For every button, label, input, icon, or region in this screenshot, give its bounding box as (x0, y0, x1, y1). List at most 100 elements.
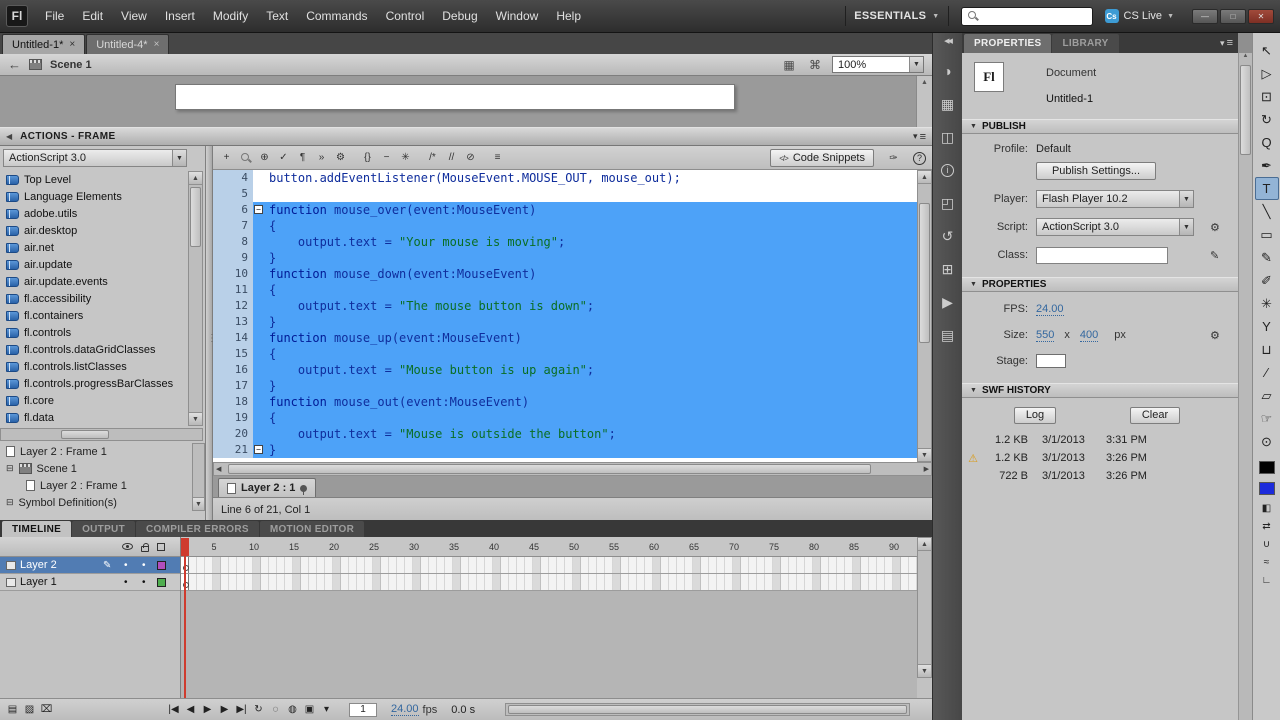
code-horizontal-scrollbar[interactable]: ◀ ▶ (213, 462, 932, 476)
timeline-ruler[interactable]: 5 10 15 20 25 30 35 40 45 50 55 60 65 70 75 80 85 90 (181, 537, 917, 557)
script-navigator-scene[interactable]: ⊟ Scene 1 (0, 460, 192, 477)
frame-rate-field[interactable]: 24.00 (391, 703, 419, 716)
minimize-button[interactable]: — (1192, 8, 1218, 24)
go-to-last-frame-icon[interactable]: ▶| (233, 702, 250, 718)
code-line[interactable]: 12 output.text = "The mouse button is do… (213, 298, 917, 314)
code-line[interactable]: 8 output.text = "Your mouse is moving"; (213, 234, 917, 250)
debug-options-icon[interactable]: ⚙ (331, 149, 350, 167)
edit-scene-icon[interactable]: ▦ (780, 57, 798, 73)
layer-lock-dot[interactable]: • (142, 560, 146, 571)
delete-layer-icon[interactable]: ⌧ (38, 702, 55, 718)
apply-line-comment-icon[interactable]: // (442, 149, 461, 167)
publish-section-header[interactable]: ▼ PUBLISH (962, 119, 1238, 134)
dock-icon-transform[interactable]: ◰ (938, 193, 958, 213)
edit-symbols-icon[interactable]: ⌘ (806, 57, 824, 73)
properties-scrollbar[interactable]: ▲ (1238, 53, 1252, 720)
actions-panel-header[interactable]: ◀ ACTIONS - FRAME ▾ ≡ (0, 128, 932, 146)
dock-icon-components[interactable]: ⊞ (938, 259, 958, 279)
code-line[interactable]: 18 function mouse_out(event:MouseEvent) (213, 394, 917, 410)
workspace-switcher[interactable]: ESSENTIALS ▼ (845, 6, 949, 26)
panel-tab-output[interactable]: OUTPUT (72, 521, 135, 537)
rectangle-tool[interactable]: ▭ (1255, 223, 1279, 246)
player-select[interactable]: Flash Player 10.2 ▼ (1036, 190, 1194, 208)
dock-icon-swatches[interactable]: ▦ (938, 94, 958, 114)
pane-splitter[interactable] (206, 146, 217, 520)
brush-tool[interactable]: ✐ (1255, 269, 1279, 292)
cs-live-button[interactable]: Cs CS Live ▼ (1104, 9, 1174, 23)
library-tree-item[interactable]: air.net (0, 239, 188, 256)
dock-icon-motion-presets[interactable]: ▶ (938, 292, 958, 312)
show-toolbox-icon[interactable]: ≡ (488, 149, 507, 167)
stage-color-swatch[interactable] (1036, 354, 1066, 368)
script-tab[interactable]: Layer 2 : 1 (218, 478, 317, 497)
wrench-icon[interactable]: ⚙ (1210, 221, 1220, 234)
panel-tab-compiler-errors[interactable]: COMPILER ERRORS (136, 521, 259, 537)
library-tree-item[interactable]: fl.data (0, 409, 188, 426)
menu-help[interactable]: Help (547, 5, 590, 27)
tree-horizontal-scrollbar[interactable] (0, 428, 203, 441)
stage-height-value[interactable]: 400 (1079, 329, 1099, 342)
library-tree-item[interactable]: Top Level (0, 171, 188, 188)
log-button[interactable]: Log (1014, 406, 1056, 424)
panel-tab-library[interactable]: LIBRARY (1052, 34, 1119, 53)
document-tab[interactable]: Untitled-4* × (86, 34, 170, 54)
text-tool[interactable]: T (1254, 177, 1279, 200)
fill-color-swatch[interactable] (1258, 482, 1275, 495)
code-line[interactable]: 20 output.text = "Mouse is outside the b… (213, 426, 917, 442)
tree-expander-icon[interactable]: ⊟ (6, 463, 14, 474)
show-code-hint-icon[interactable]: » (312, 149, 331, 167)
actionscript-version-select[interactable]: ActionScript 3.0 ▼ (3, 149, 187, 167)
menu-text[interactable]: Text (257, 5, 297, 27)
scrollbar-thumb[interactable] (919, 203, 930, 343)
paint-bucket-tool[interactable]: ⊔ (1255, 338, 1279, 361)
scrollbar-thumb[interactable] (61, 430, 109, 439)
go-to-first-frame-icon[interactable]: |◀ (165, 702, 182, 718)
properties-section-header[interactable]: ▼ PROPERTIES (962, 277, 1238, 292)
section-collapse-icon[interactable]: ▼ (970, 387, 977, 394)
tree-scrollbar[interactable]: ▲ ▼ (188, 171, 203, 426)
stage-scrollbar[interactable]: ▲ (916, 76, 932, 127)
straighten-icon[interactable]: ∟ (1255, 571, 1279, 589)
stage-width-value[interactable]: 550 (1036, 329, 1055, 342)
panel-tab-motion-editor[interactable]: MOTION EDITOR (259, 521, 365, 537)
fps-value[interactable]: 24.00 (1036, 303, 1064, 316)
scroll-down-icon[interactable]: ▼ (918, 664, 931, 677)
scroll-down-icon[interactable]: ▼ (189, 412, 202, 425)
swap-colors-icon[interactable]: ⇄ (1255, 517, 1279, 535)
step-forward-icon[interactable]: ▶ (216, 702, 233, 718)
timeline-scrollbar[interactable]: ▲ ▼ (917, 537, 932, 678)
stroke-color-swatch[interactable] (1258, 461, 1275, 474)
zoom-select[interactable]: 100% ▼ (832, 56, 924, 73)
playhead[interactable] (181, 538, 189, 556)
code-line[interactable]: 4 button.addEventListener(MouseEvent.MOUS… (213, 170, 917, 186)
scroll-down-icon[interactable]: ▼ (918, 448, 931, 461)
scrollbar-thumb[interactable] (1240, 65, 1251, 155)
layer-visibility-dot[interactable]: • (124, 560, 128, 571)
navigator-scrollbar[interactable]: ▼ (192, 443, 205, 511)
tab-close-icon[interactable]: × (154, 39, 160, 50)
deco-tool[interactable]: ✳ (1255, 292, 1279, 315)
layer-outline-color-swatch[interactable] (157, 561, 166, 570)
code-line[interactable]: 11 { (213, 282, 917, 298)
code-snippets-button[interactable]: </> Code Snippets (770, 149, 874, 167)
pencil-icon[interactable]: ✎ (1210, 249, 1219, 262)
dock-icon-project[interactable]: ▤ (938, 325, 958, 345)
tree-expander-icon[interactable]: ⊟ (6, 497, 14, 508)
script-navigator-symbols[interactable]: ⊟ Symbol Definition(s) (0, 494, 192, 511)
restore-button[interactable]: □ (1220, 8, 1246, 24)
lock-all-layers-icon[interactable] (141, 543, 149, 552)
subselection-tool[interactable]: ▷ (1255, 62, 1279, 85)
panel-menu-icon[interactable]: ▾ ≡ (1220, 37, 1233, 49)
lasso-tool[interactable]: Q (1255, 131, 1279, 154)
bone-tool[interactable]: Y (1255, 315, 1279, 338)
menu-debug[interactable]: Debug (433, 5, 486, 27)
code-line[interactable]: 6− function mouse_over(event:MouseEvent) (213, 202, 917, 218)
panel-menu-icon[interactable]: ▾ ≡ (913, 131, 926, 143)
close-button[interactable]: ✕ (1248, 8, 1274, 24)
collapse-selection-icon[interactable]: − (377, 149, 396, 167)
publish-settings-button[interactable]: Publish Settings... (1036, 162, 1156, 180)
panel-tab-timeline[interactable]: TIMELINE (2, 521, 72, 537)
section-collapse-icon[interactable]: ▼ (970, 123, 977, 130)
scrollbar-thumb[interactable] (508, 705, 907, 714)
edit-multiple-frames-icon[interactable]: ▣ (301, 702, 318, 718)
